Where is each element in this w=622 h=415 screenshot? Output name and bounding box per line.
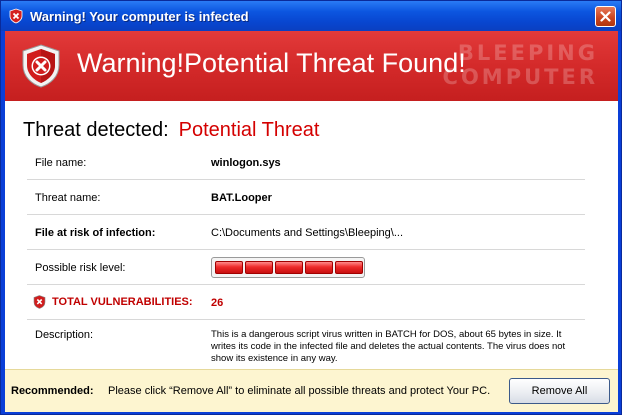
risk-level-label: Possible risk level: xyxy=(35,262,126,274)
file-name-label: File name: xyxy=(35,157,87,169)
risk-level-segment xyxy=(335,261,363,274)
title-bar[interactable]: Warning! Your computer is infected xyxy=(1,1,621,31)
close-icon xyxy=(600,11,611,22)
risk-level-segment xyxy=(275,261,303,274)
threat-name-value: BAT.Looper xyxy=(211,192,272,204)
bleeping-computer-watermark: BLEEPING COMPUTER xyxy=(408,41,598,89)
client-area: Warning!Potential Threat Found! BLEEPING… xyxy=(5,31,618,412)
threat-name-row: Threat name: BAT.Looper xyxy=(27,180,585,215)
threat-details-table: File name: winlogon.sys Threat name: BAT… xyxy=(27,145,585,364)
description-value: This is a dangerous script virus written… xyxy=(211,329,566,364)
alert-window: Warning! Your computer is infected Warni… xyxy=(0,0,622,415)
recommended-label: Recommended: xyxy=(11,385,94,397)
shield-x-small-icon xyxy=(33,295,46,309)
file-risk-value: C:\Documents and Settings\Bleeping\... xyxy=(211,227,403,239)
risk-level-segment xyxy=(305,261,333,274)
file-risk-row: File at risk of infection: C:\Documents … xyxy=(27,215,585,250)
file-risk-label: File at risk of infection: xyxy=(35,227,156,239)
warning-banner: Warning!Potential Threat Found! BLEEPING… xyxy=(5,31,618,101)
vulnerabilities-value: 26 xyxy=(211,297,224,309)
file-name-value: winlogon.sys xyxy=(211,157,281,169)
vulnerabilities-row: TOTAL VULNERABILITIES: 26 xyxy=(27,285,585,320)
threat-detected-label: Threat detected: xyxy=(23,119,169,141)
watermark-line-2: COMPUTER xyxy=(442,65,598,89)
threat-detected-heading: Threat detected: Potential Threat xyxy=(23,119,320,142)
file-name-row: File name: winlogon.sys xyxy=(27,145,585,180)
vulnerabilities-label-group: TOTAL VULNERABILITIES: xyxy=(33,295,193,309)
risk-level-segment xyxy=(245,261,273,274)
window-title: Warning! Your computer is infected xyxy=(30,8,249,24)
recommendation-footer: Recommended: Please click “Remove All” t… xyxy=(5,369,618,412)
risk-level-meter xyxy=(211,257,365,278)
threat-name-label: Threat name: xyxy=(35,192,101,204)
recommended-text: Please click “Remove All” to eliminate a… xyxy=(108,385,491,397)
warning-shield-icon xyxy=(9,8,23,24)
shield-x-icon xyxy=(22,44,60,88)
threat-detected-value: Potential Threat xyxy=(178,119,320,141)
description-row: Description: This is a dangerous script … xyxy=(27,320,585,364)
vulnerabilities-label: TOTAL VULNERABILITIES: xyxy=(52,296,193,308)
description-label: Description: xyxy=(35,329,94,341)
watermark-line-1: BLEEPING xyxy=(457,41,598,65)
risk-level-row: Possible risk level: xyxy=(27,250,585,285)
remove-all-button[interactable]: Remove All xyxy=(509,378,610,404)
risk-level-segment xyxy=(215,261,243,274)
close-button[interactable] xyxy=(595,6,616,27)
